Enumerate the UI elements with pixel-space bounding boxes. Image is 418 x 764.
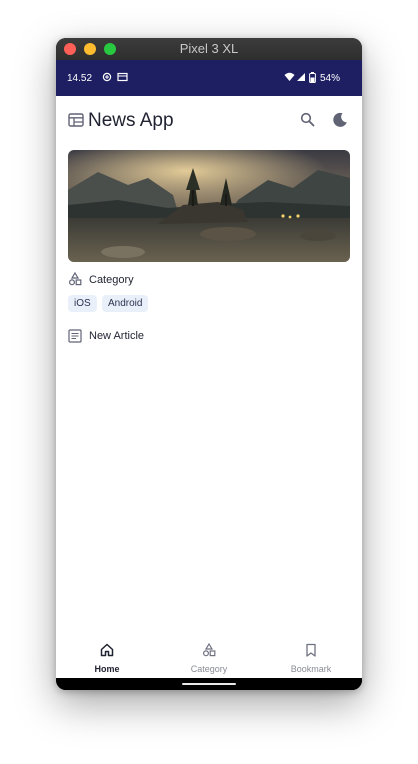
category-icon (202, 643, 216, 657)
new-article-label: New Article (89, 330, 145, 342)
signal-icon (297, 73, 305, 81)
hero-image[interactable] (68, 150, 350, 262)
nav-bookmark[interactable]: Bookmark (260, 636, 362, 678)
window-titlebar: Pixel 3 XL (56, 38, 362, 60)
app-title: News App (88, 110, 174, 131)
wifi-icon (284, 72, 295, 81)
bottom-navigation: Home Category Bookmark (56, 636, 362, 678)
article-icon (68, 329, 82, 343)
dark-mode-moon-icon[interactable] (332, 112, 348, 128)
category-label: Category (89, 274, 134, 286)
status-time: 14.52 (67, 73, 93, 84)
notification-icon (117, 72, 128, 82)
category-shapes-icon (68, 272, 82, 286)
chip-ios[interactable]: iOS (68, 295, 97, 312)
gesture-handle[interactable] (182, 683, 236, 685)
app-bar: News App (56, 96, 362, 148)
emulator-window: Pixel 3 XL 14.52 54% News App Category i… (56, 38, 362, 690)
hero-landscape-image (68, 150, 350, 262)
gesture-navigation-area (56, 678, 362, 690)
nav-home-label: Home (94, 664, 120, 674)
data-saver-icon (102, 72, 112, 82)
nav-bookmark-label: Bookmark (290, 664, 332, 674)
home-icon (100, 643, 114, 657)
news-logo-icon (68, 113, 84, 127)
app-screen: News App Category iOS Android New Articl… (56, 96, 362, 678)
search-icon[interactable] (300, 112, 315, 127)
chip-android[interactable]: Android (102, 295, 149, 312)
battery-percentage: 54% (320, 73, 341, 84)
window-title: Pixel 3 XL (179, 41, 239, 56)
battery-icon (309, 72, 316, 83)
bookmark-icon (306, 643, 316, 657)
status-bar: 14.52 54% (56, 60, 362, 96)
nav-category[interactable]: Category (158, 636, 260, 678)
nav-category-label: Category (190, 664, 228, 674)
nav-home[interactable]: Home (56, 636, 158, 678)
